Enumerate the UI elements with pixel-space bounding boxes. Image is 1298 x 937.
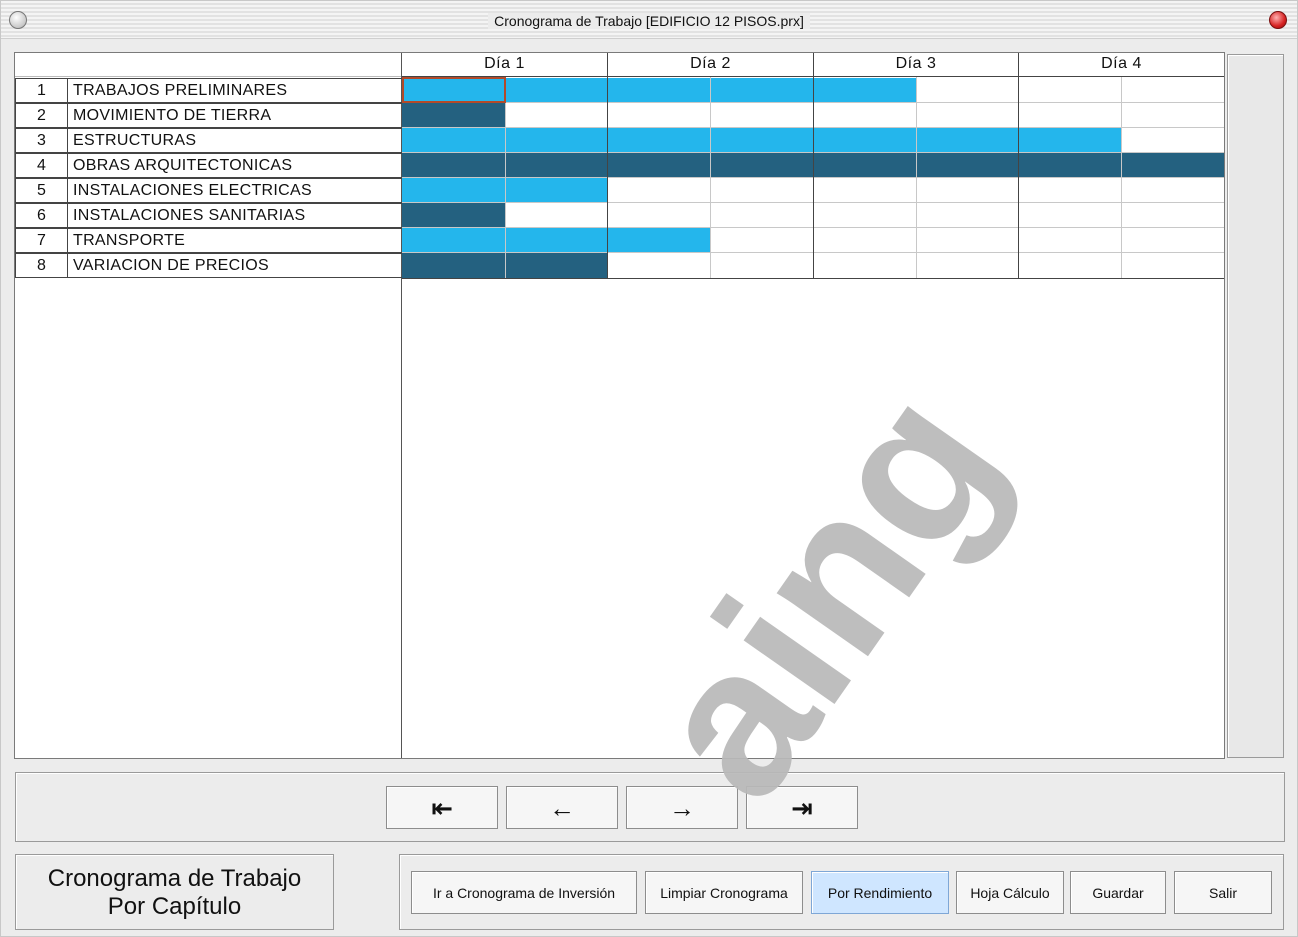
task-number: 1 (15, 78, 68, 103)
task-list: 1 TRABAJOS PRELIMINARES 2 MOVIMIENTO DE … (15, 53, 402, 758)
task-number: 7 (15, 228, 68, 253)
task-row[interactable]: 8 VARIACION DE PRECIOS (15, 253, 402, 278)
grid-line (1121, 77, 1122, 278)
grid-line (916, 77, 917, 278)
first-page-button[interactable]: ⇤ (386, 786, 498, 829)
actions-panel: Ir a Cronograma de Inversión Limpiar Cro… (399, 854, 1284, 930)
cronograma-window: Cronograma de Trabajo [EDIFICIO 12 PISOS… (0, 0, 1298, 937)
task-number: 8 (15, 253, 68, 278)
task-row[interactable]: 3 ESTRUCTURAS (15, 128, 402, 153)
task-bar[interactable] (402, 103, 505, 128)
task-name: INSTALACIONES SANITARIAS (68, 203, 402, 228)
grid-line (1018, 77, 1019, 278)
task-row[interactable]: 5 INSTALACIONES ELECTRICAS (15, 178, 402, 203)
task-bar[interactable] (402, 203, 505, 228)
task-number: 3 (15, 128, 68, 153)
task-bar[interactable] (402, 228, 711, 253)
mode-label: Cronograma de Trabajo Por Capítulo (15, 854, 334, 930)
grid-line (813, 77, 814, 278)
task-name: TRABAJOS PRELIMINARES (68, 78, 402, 103)
navigation-panel: ⇤ ← → ⇥ (15, 772, 1285, 842)
task-row[interactable]: 2 MOVIMIENTO DE TIERRA (15, 103, 402, 128)
grid-line (710, 77, 711, 278)
task-number: 2 (15, 103, 68, 128)
task-bar[interactable] (402, 128, 1122, 153)
task-name: MOVIMIENTO DE TIERRA (68, 103, 402, 128)
grid-line (607, 77, 608, 278)
task-number: 4 (15, 153, 68, 178)
gantt-chart: 1 TRABAJOS PRELIMINARES 2 MOVIMIENTO DE … (14, 52, 1225, 759)
by-performance-button[interactable]: Por Rendimiento (811, 871, 949, 914)
inversion-schedule-button[interactable]: Ir a Cronograma de Inversión (411, 871, 637, 914)
task-list-header (15, 53, 401, 77)
exit-button[interactable]: Salir (1174, 871, 1272, 914)
mode-label-line2: Por Capítulo (107, 893, 242, 920)
mode-label-line1: Cronograma de Trabajo (47, 865, 302, 892)
gantt-grid: Día 1 Día 2 Día 3 Día 4 (402, 53, 1224, 758)
day-header: Día 4 (1019, 53, 1224, 77)
day-header: Día 2 (608, 53, 814, 77)
task-row[interactable]: 6 INSTALACIONES SANITARIAS (15, 203, 402, 228)
clear-schedule-button[interactable]: Limpiar Cronograma (645, 871, 803, 914)
window-title: Cronograma de Trabajo [EDIFICIO 12 PISOS… (488, 13, 810, 29)
task-row[interactable]: 1 TRABAJOS PRELIMINARES (15, 78, 402, 103)
next-button[interactable]: → (626, 786, 738, 829)
task-row[interactable]: 7 TRANSPORTE (15, 228, 402, 253)
last-page-icon: ⇥ (791, 793, 813, 823)
previous-button[interactable]: ← (506, 786, 618, 829)
task-number: 6 (15, 203, 68, 228)
arrow-left-icon: ← (549, 793, 575, 823)
task-name: INSTALACIONES ELECTRICAS (68, 178, 402, 203)
save-button[interactable]: Guardar (1070, 871, 1166, 914)
task-row[interactable]: 4 OBRAS ARQUITECTONICAS (15, 153, 402, 178)
task-name: TRANSPORTE (68, 228, 402, 253)
spreadsheet-button[interactable]: Hoja Cálculo (956, 871, 1064, 914)
grid-line (505, 77, 506, 278)
task-name: ESTRUCTURAS (68, 128, 402, 153)
day-header: Día 3 (814, 53, 1019, 77)
task-name: VARIACION DE PRECIOS (68, 253, 402, 278)
last-page-button[interactable]: ⇥ (746, 786, 858, 829)
side-scroll-panel[interactable] (1227, 54, 1284, 758)
task-number: 5 (15, 178, 68, 203)
arrow-right-icon: → (669, 793, 695, 823)
selected-cell[interactable] (402, 77, 506, 103)
close-icon[interactable] (1269, 11, 1287, 29)
title-bar: Cronograma de Trabajo [EDIFICIO 12 PISOS… (1, 1, 1297, 39)
first-page-icon: ⇤ (431, 793, 453, 823)
task-name: OBRAS ARQUITECTONICAS (68, 153, 402, 178)
day-header: Día 1 (402, 53, 608, 77)
grid-line (402, 278, 1224, 279)
